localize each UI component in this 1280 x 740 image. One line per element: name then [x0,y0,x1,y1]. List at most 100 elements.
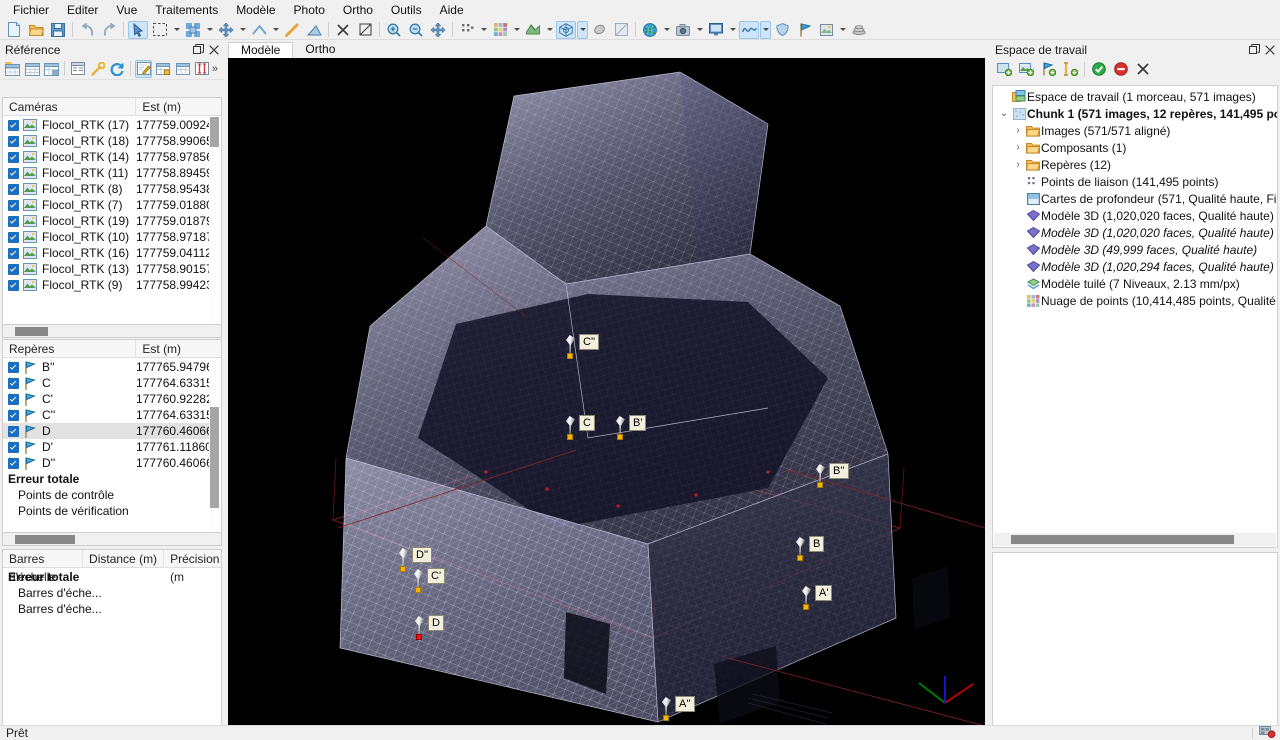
camera-checkbox[interactable] [8,279,19,291]
cameras-scroll-thumb[interactable] [210,117,219,147]
table-row[interactable]: Flocol_RTK (14) 177758.97856 [3,149,209,165]
table-row[interactable]: Flocol_RTK (10) 177758.97187 [3,229,209,245]
markers-horizontal-scrollbar[interactable] [2,533,222,546]
image-layer-icon[interactable] [816,21,836,39]
gpu-indicator-icon[interactable] [1259,725,1276,740]
table-row[interactable]: Flocol_RTK (7) 177759.01880 [3,197,209,213]
menu-item-ortho[interactable]: Ortho [334,1,382,19]
menu-item-vue[interactable]: Vue [107,1,146,19]
tree-item-images[interactable]: › Images (571/571 aligné) [993,122,1277,139]
scalebars-column-name[interactable]: Barres d'échelle [3,550,82,584]
delete-cross-icon[interactable] [333,21,353,39]
scalebars-list[interactable]: Barres d'échelle Distance (m) Précision … [2,549,222,740]
cameras-list[interactable]: Caméras Est (m) Flocol_RTK (17) 177759.0… [2,97,222,325]
rectangle-select-icon[interactable] [150,21,170,39]
model-3d-viewport[interactable]: C'' C B' B'' B A' D'' C' D A'' [228,58,985,725]
disable-minus-icon[interactable] [1111,60,1131,78]
marker-checkbox[interactable] [8,425,19,437]
convert-reference-icon[interactable] [43,60,60,78]
markers-vertical-scrollbar[interactable] [209,359,220,531]
close-icon[interactable] [1262,42,1277,57]
cursor-arrow-icon[interactable] [128,20,148,39]
cameras-column-name[interactable]: Caméras [3,98,135,116]
scalebars-column-precision[interactable]: Précision (m [163,550,221,584]
markers-list[interactable]: Repères Est (m) B'' 177765.947967 C 1777… [2,339,222,533]
table-row[interactable]: C 177764.633158 [3,375,209,391]
dense-cloud-icon[interactable] [490,21,510,39]
tree-item-modele-3d-3[interactable]: Modèle 3D (49,999 faces, Qualité haute) [993,241,1277,258]
workspace-horizontal-scrollbar[interactable] [994,533,1276,546]
axis-gizmo[interactable] [910,658,980,718]
menu-item-aide[interactable]: Aide [431,1,473,19]
camera-checkbox[interactable] [8,231,19,243]
dem-icon[interactable] [611,21,631,39]
redo-icon[interactable] [99,21,119,39]
marker-checkbox[interactable] [8,361,19,373]
table-row[interactable]: Flocol_RTK (9) 177758.99423 [3,277,209,293]
edit-marker-icon[interactable] [134,59,153,78]
free-form-select-dropdown-icon[interactable] [204,21,215,39]
rotate-object-dropdown-icon[interactable] [270,21,281,39]
tie-points-icon[interactable] [457,21,477,39]
texture-icon[interactable] [589,21,609,39]
add-markers-icon[interactable] [1038,60,1058,78]
move-object-icon[interactable] [216,21,236,39]
table-row[interactable]: D 177760.460669 [3,423,209,439]
tree-expander-collapsed[interactable]: › [1011,142,1025,153]
table-row[interactable]: C'' 177764.633158 [3,407,209,423]
move-object-dropdown-icon[interactable] [237,21,248,39]
markers-hscroll-thumb[interactable] [15,535,75,544]
markers-column-est[interactable]: Est (m) [135,340,221,358]
marker-checkbox[interactable] [8,441,19,453]
new-document-icon[interactable] [4,21,24,39]
import-reference-icon[interactable] [4,60,21,78]
export-reference-icon[interactable] [23,60,40,78]
undo-icon[interactable] [77,21,97,39]
table-view-icon[interactable] [174,60,191,78]
scalebars-group-erreur-totale[interactable]: Erreur totale [3,569,220,585]
enable-check-icon[interactable] [1089,60,1109,78]
add-photos-icon[interactable] [1016,60,1036,78]
scalebars-row-1[interactable]: Barres d'éche... [3,585,220,601]
menu-item-modele[interactable]: Modèle [227,1,284,19]
add-chunk-icon[interactable] [994,60,1014,78]
save-icon[interactable] [48,21,68,39]
tree-item-workspace-root[interactable]: Espace de travail (1 morceau, 571 images… [993,88,1277,105]
curve-dropdown-icon[interactable] [760,20,771,39]
rotate-object-icon[interactable] [249,21,269,39]
mesh-shaded-icon[interactable] [523,21,543,39]
tree-item-chunk-1[interactable]: ⌄ Chunk 1 (571 images, 12 repères, 141,4… [993,105,1277,122]
tree-item-nuage-de-points[interactable]: Nuage de points (10,414,485 points, Qual… [993,292,1277,309]
marker-flag-icon[interactable] [794,21,814,39]
camera-checkbox[interactable] [8,215,19,227]
tree-item-cartes-de-profondeur[interactable]: Cartes de profondeur (571, Qualité haute… [993,190,1277,207]
camera-checkbox[interactable] [8,151,19,163]
restore-icon[interactable] [1247,42,1262,57]
cameras-horizontal-scrollbar[interactable] [2,325,222,338]
table-row[interactable]: Flocol_RTK (13) 177758.90157 [3,261,209,277]
tree-item-modele-3d-1[interactable]: Modèle 3D (1,020,020 faces, Qualité haut… [993,207,1277,224]
markers-group-points-de-controle[interactable]: Points de contrôle [3,487,209,503]
tree-item-points-de-liaison[interactable]: Points de liaison (141,495 points) [993,173,1277,190]
monitor-icon[interactable] [706,21,726,39]
table-row[interactable]: Flocol_RTK (8) 177758.95438 [3,181,209,197]
tree-expander-collapsed[interactable]: › [1011,125,1025,136]
table-row[interactable]: Flocol_RTK (19) 177759.01879 [3,213,209,229]
zoom-in-icon[interactable] [384,21,404,39]
scalebars-column-distance[interactable]: Distance (m) [82,550,163,568]
marker-checkbox[interactable] [8,393,19,405]
table-row[interactable]: D'' 177760.460669 [3,455,209,471]
update-refresh-icon[interactable] [108,60,125,78]
table-row[interactable]: D' 177761.118601 [3,439,209,455]
table-row[interactable]: C' 177760.922822 [3,391,209,407]
monitor-dropdown-icon[interactable] [727,21,738,39]
tab-ortho[interactable]: Ortho [293,42,348,58]
menu-item-outils[interactable]: Outils [382,1,431,19]
camera-checkbox[interactable] [8,199,19,211]
close-icon[interactable] [206,42,221,57]
tie-points-dropdown-icon[interactable] [478,21,489,39]
markers-group-points-de-verification[interactable]: Points de vérification [3,503,209,519]
menu-item-photo[interactable]: Photo [285,1,334,19]
tree-item-modele-3d-2[interactable]: Modèle 3D (1,020,020 faces, Qualité haut… [993,224,1277,241]
markers-column-name[interactable]: Repères [3,340,135,358]
